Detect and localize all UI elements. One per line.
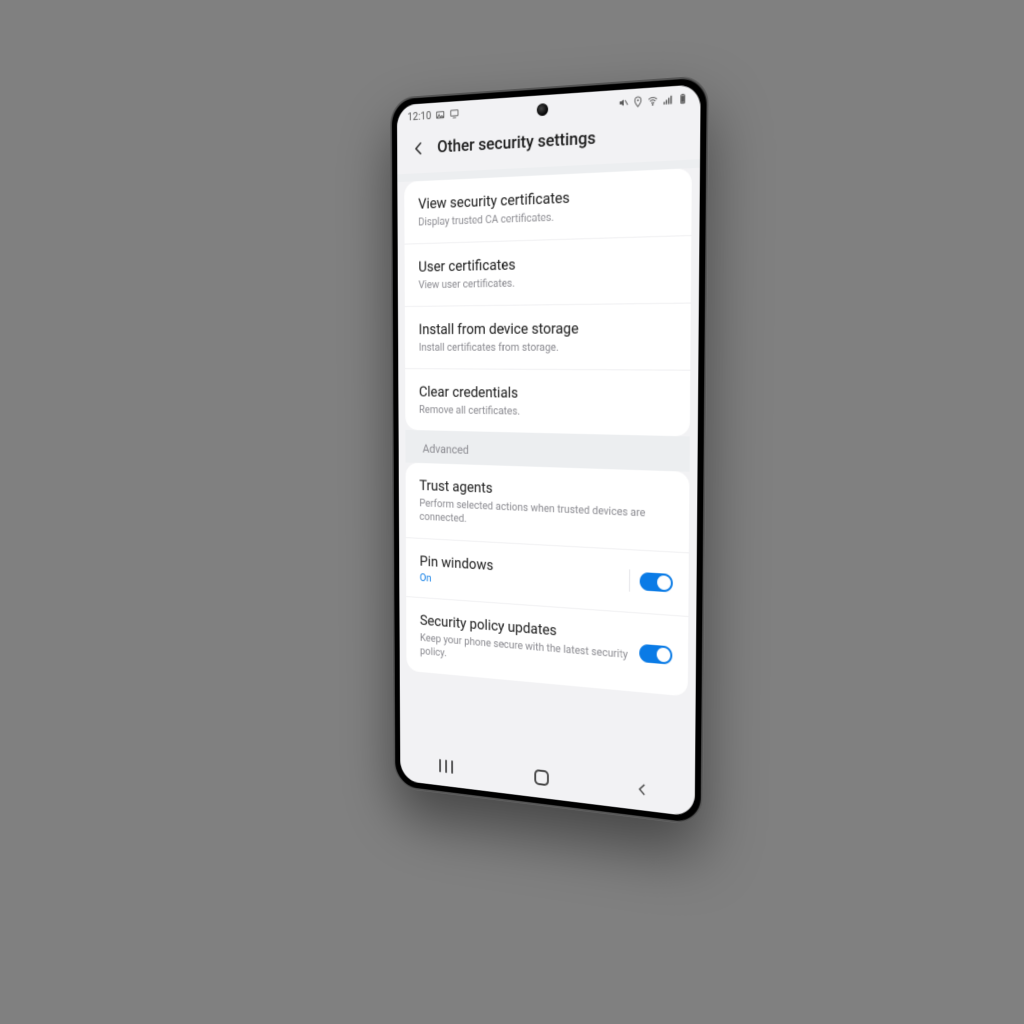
row-title: View security certificates (418, 184, 676, 214)
mute-icon (618, 96, 629, 108)
row-title: Install from device storage (419, 319, 675, 339)
picture-icon (436, 109, 446, 121)
toggle-pin-windows[interactable] (640, 572, 673, 592)
wifi-icon (647, 94, 658, 106)
row-security-policy-updates[interactable]: Security policy updates Keep your phone … (406, 597, 688, 696)
row-clear-credentials[interactable]: Clear credentials Remove all certificate… (405, 369, 690, 436)
signal-icon (662, 93, 673, 105)
row-subtitle: Remove all certificates. (419, 403, 674, 422)
row-title: User certificates (418, 251, 675, 276)
toggle-divider (629, 570, 630, 592)
row-title: Clear credentials (419, 383, 674, 405)
row-install-from-storage[interactable]: Install from device storage Install cert… (405, 304, 691, 371)
settings-group-advanced: Trust agents Perform selected actions wh… (406, 463, 690, 697)
toggle-security-policy[interactable] (639, 644, 672, 665)
row-subtitle: Perform selected actions when trusted de… (419, 497, 673, 537)
nav-recents-button[interactable] (429, 750, 464, 782)
location-icon (633, 95, 644, 107)
nav-back-button[interactable] (623, 772, 662, 806)
nav-home-button[interactable] (523, 761, 559, 794)
status-bar: 12:10 (397, 84, 701, 129)
chevron-left-icon (636, 781, 650, 799)
settings-group-certificates: View security certificates Display trust… (404, 168, 692, 437)
row-subtitle: Keep your phone secure with the latest s… (420, 631, 630, 677)
row-view-security-certificates[interactable]: View security certificates Display trust… (404, 168, 692, 245)
chevron-left-icon (412, 140, 426, 157)
punch-hole-camera (537, 103, 548, 116)
battery-icon (677, 92, 688, 104)
row-user-certificates[interactable]: User certificates View user certificates… (405, 236, 692, 307)
status-time: 12:10 (407, 108, 431, 122)
page-title: Other security settings (437, 128, 596, 157)
recents-icon (437, 759, 454, 774)
row-subtitle: Install certificates from storage. (419, 340, 675, 355)
phone-device-frame: 12:10 (390, 75, 709, 826)
home-icon (533, 768, 549, 787)
back-button[interactable] (409, 137, 428, 160)
cast-icon (450, 108, 460, 120)
row-subtitle: View user certificates. (418, 273, 675, 292)
